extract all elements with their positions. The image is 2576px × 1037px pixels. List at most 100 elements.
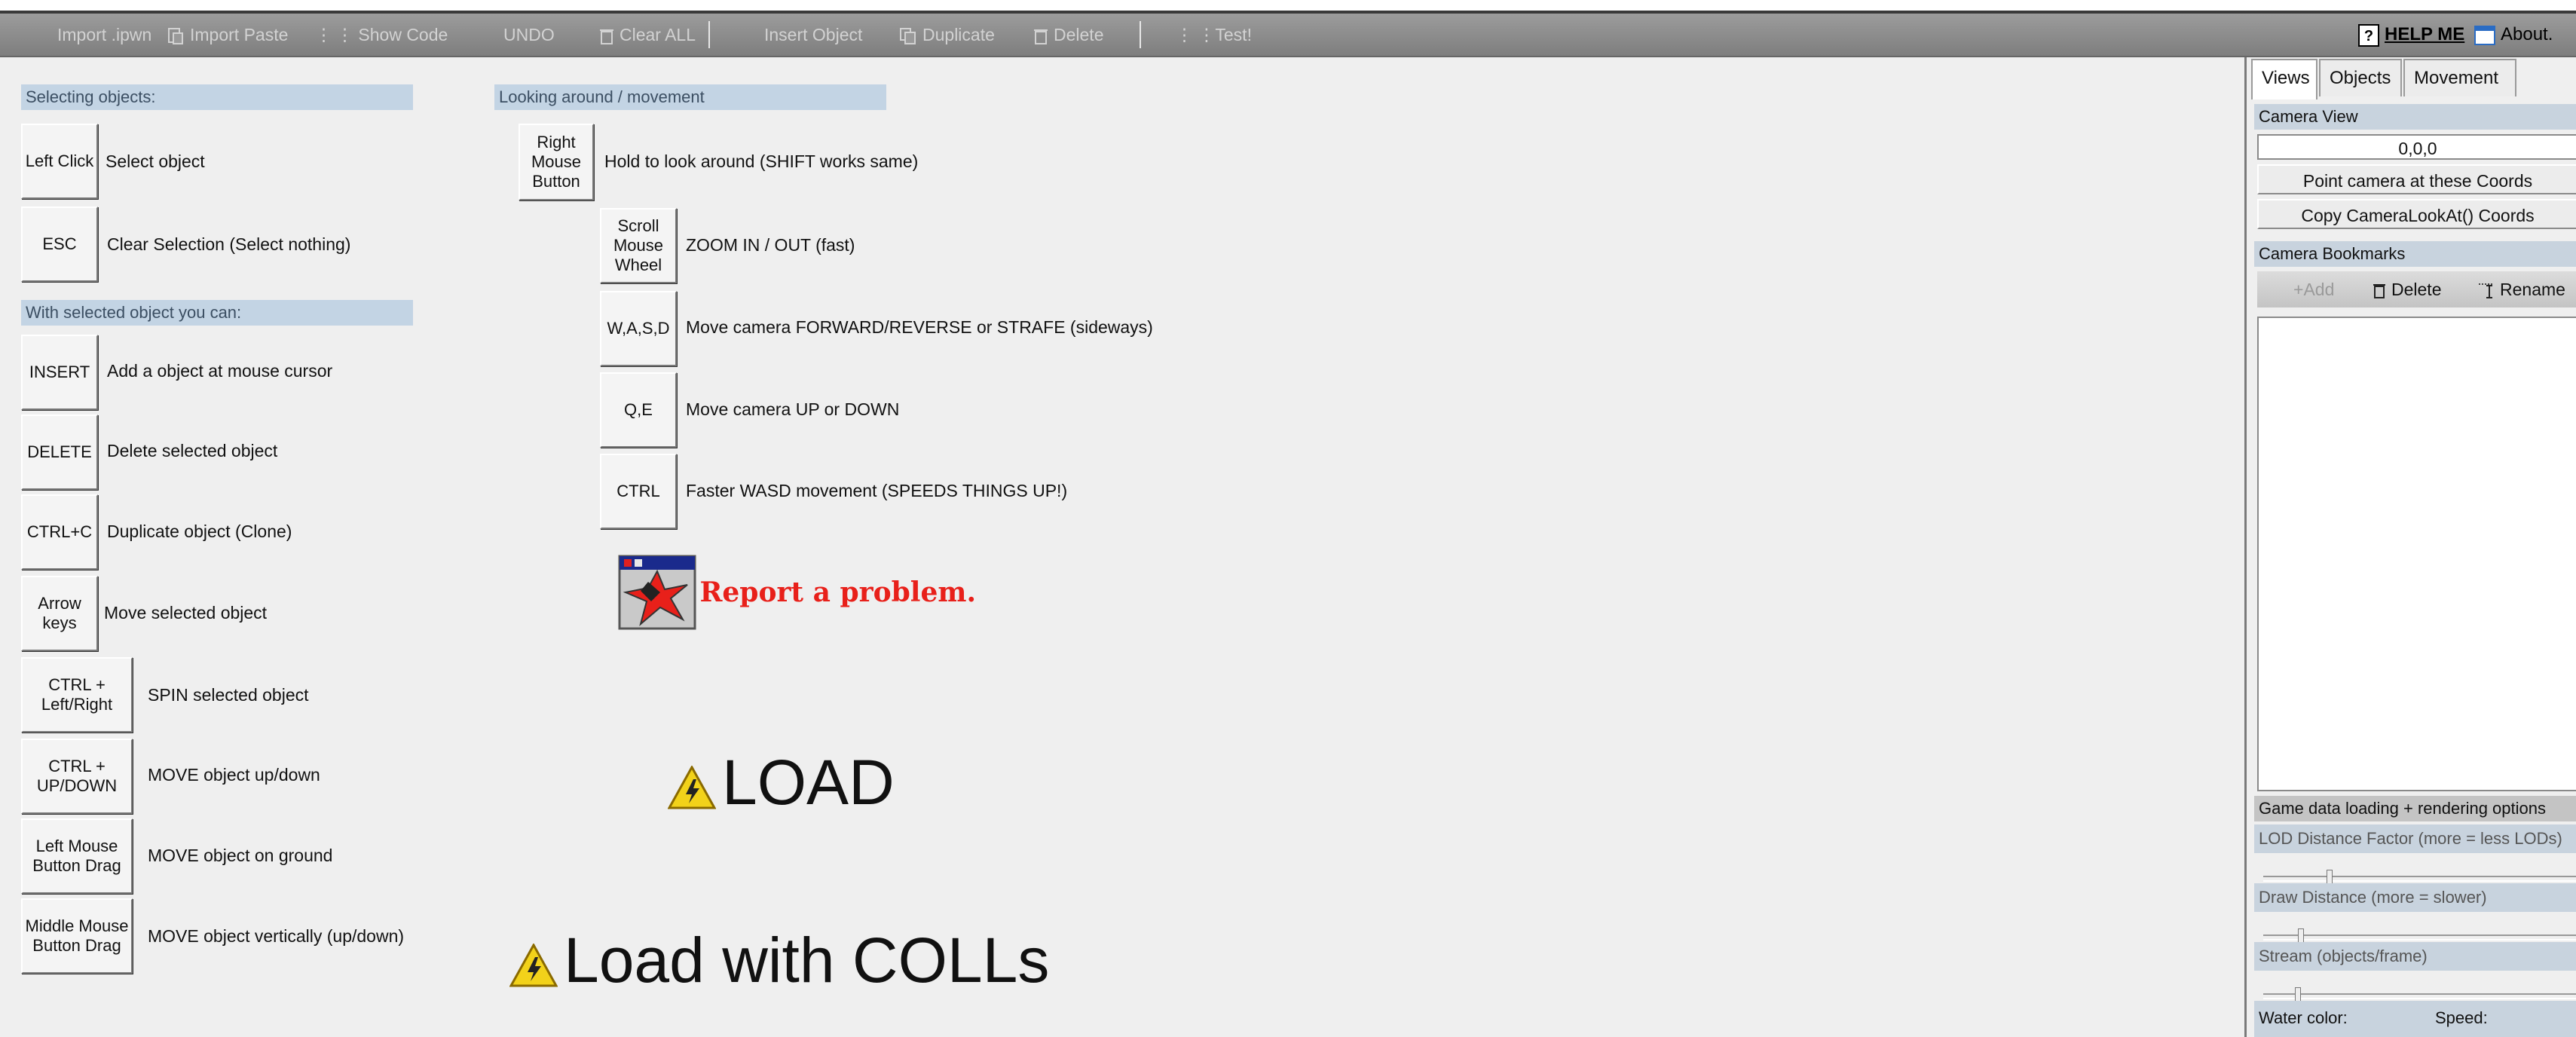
- stream-label: Stream (objects/frame): [2254, 942, 2576, 971]
- grip-icon: ⋮: [315, 25, 332, 44]
- key-ctrl: CTRL: [600, 454, 677, 529]
- desc-move-camera: Move camera FORWARD/REVERSE or STRAFE (s…: [686, 317, 1153, 337]
- draw-distance-slider[interactable]: [2263, 928, 2576, 945]
- window-top-edge: [0, 0, 2576, 14]
- paste-icon: [168, 27, 183, 44]
- key-left-click: Left Click: [21, 124, 98, 199]
- bookmark-add-label: Add: [2303, 280, 2335, 299]
- import-ipwn-button[interactable]: Import .ipwn: [57, 14, 151, 56]
- key-right-mouse-button: Right Mouse Button: [519, 124, 594, 200]
- section-with-selected-object: With selected object you can:: [21, 300, 413, 326]
- undo-button[interactable]: UNDO: [503, 14, 555, 56]
- stream-slider[interactable]: [2263, 987, 2576, 1004]
- key-wasd: W,A,S,D: [600, 291, 677, 366]
- lod-distance-slider[interactable]: [2263, 870, 2576, 886]
- desc-move-vertically: MOVE object vertically (up/down): [148, 926, 405, 946]
- svg-text:?: ?: [2364, 28, 2373, 44]
- show-code-label: Show Code: [358, 25, 448, 44]
- key-middle-mouse-drag: Middle Mouse Button Drag: [21, 898, 133, 974]
- load-label: LOAD: [722, 747, 895, 818]
- speed-label: Speed:: [2435, 1008, 2488, 1027]
- grip-icon: ⋮: [336, 25, 359, 44]
- water-color-label: Water color:: [2259, 1008, 2348, 1027]
- section-looking-around: Looking around / movement: [494, 84, 886, 110]
- report-problem-label: Report a problem.: [699, 577, 976, 608]
- help-me-label: HELP ME: [2385, 24, 2465, 44]
- toolbar: Import .ipwn Import Paste ⋮ ⋮ Show Code …: [0, 14, 2576, 57]
- toolbar-separator: [708, 21, 710, 48]
- rename-cursor-icon: [2479, 283, 2494, 298]
- desc-zoom: ZOOM IN / OUT (fast): [686, 235, 855, 255]
- tab-views[interactable]: Views: [2251, 59, 2317, 99]
- tab-objects[interactable]: Objects: [2319, 59, 2402, 96]
- draw-distance-label: Draw Distance (more = slower): [2254, 883, 2576, 912]
- camera-view-header: Camera View: [2254, 104, 2576, 130]
- desc-faster-movement: Faster WASD movement (SPEEDS THINGS UP!): [686, 481, 1068, 500]
- desc-move-up-down: MOVE object up/down: [148, 765, 320, 785]
- load-button[interactable]: LOAD: [667, 745, 895, 820]
- bookmark-add-button[interactable]: +Add: [2293, 271, 2334, 307]
- copy-lookat-button[interactable]: Copy CameraLookAt() Coords: [2257, 199, 2576, 229]
- section-selecting-objects: Selecting objects:: [21, 84, 413, 110]
- key-left-mouse-drag: Left Mouse Button Drag: [21, 818, 133, 894]
- duplicate-button[interactable]: Duplicate: [898, 14, 995, 56]
- key-delete: DELETE: [21, 414, 98, 490]
- lod-distance-label: LOD Distance Factor (more = less LODs): [2254, 824, 2576, 853]
- bookmarks-toolbar: +Add Delete Rename: [2257, 271, 2576, 307]
- desc-move-selected: Move selected object: [104, 603, 268, 623]
- about-label: About.: [2501, 24, 2553, 44]
- test-button[interactable]: ⋮ ⋮Test!: [1176, 14, 1252, 56]
- show-code-button[interactable]: ⋮ Show Code: [336, 14, 448, 56]
- key-insert: INSERT: [21, 335, 98, 410]
- key-ctrl-up-down: CTRL + UP/DOWN: [21, 739, 133, 814]
- report-problem-link[interactable]: Report a problem.: [618, 555, 976, 630]
- load-with-colls-label: Load with COLLs: [564, 925, 1050, 996]
- desc-duplicate-object: Duplicate object (Clone): [107, 522, 292, 541]
- desc-camera-up-down: Move camera UP or DOWN: [686, 399, 900, 419]
- desc-look-around: Hold to look around (SHIFT works same): [604, 151, 919, 171]
- point-camera-button[interactable]: Point camera at these Coords: [2257, 164, 2576, 194]
- plus-icon: +: [2293, 280, 2304, 299]
- warning-bolt-icon: [667, 764, 717, 809]
- window-icon: [2474, 25, 2495, 45]
- bookmarks-list[interactable]: [2257, 317, 2576, 791]
- warning-bolt-icon: [509, 942, 558, 987]
- key-esc: ESC: [21, 206, 98, 282]
- desc-add-object: Add a object at mouse cursor: [107, 361, 333, 381]
- bookmark-delete-button[interactable]: Delete: [2372, 271, 2441, 307]
- key-ctrl-c: CTRL+C: [21, 494, 98, 570]
- grip-icon: ⋮ ⋮: [1176, 25, 1216, 44]
- delete-button[interactable]: Delete: [1033, 14, 1103, 56]
- help-me-button[interactable]: ? HELP ME: [2357, 20, 2464, 50]
- tab-movement[interactable]: Movement: [2403, 59, 2516, 96]
- about-button[interactable]: About.: [2474, 20, 2553, 50]
- right-panel: Views Objects Movement Camera View 0,0,0…: [2244, 57, 2576, 1037]
- camera-coords-field[interactable]: 0,0,0: [2257, 134, 2576, 160]
- desc-select-object: Select object: [106, 151, 205, 171]
- key-q-e: Q,E: [600, 372, 677, 448]
- water-row: Water color: Speed:: [2254, 1001, 2576, 1037]
- duplicate-icon: [900, 27, 916, 44]
- duplicate-label: Duplicate: [922, 25, 995, 44]
- report-problem-icon: [618, 555, 696, 630]
- trash-icon: [600, 29, 613, 44]
- test-label: Test!: [1215, 25, 1252, 44]
- load-with-colls-button[interactable]: Load with COLLs: [509, 922, 1049, 998]
- bookmark-rename-button[interactable]: Rename: [2476, 271, 2565, 307]
- clear-all-button[interactable]: Clear ALL: [598, 14, 696, 56]
- trash-icon: [2373, 283, 2385, 298]
- bookmark-rename-label: Rename: [2500, 280, 2565, 299]
- desc-spin-object: SPIN selected object: [148, 685, 309, 705]
- clear-all-label: Clear ALL: [620, 25, 696, 44]
- desc-move-on-ground: MOVE object on ground: [148, 846, 333, 865]
- loading-options-header: Game data loading + rendering options: [2254, 796, 2576, 821]
- bookmark-delete-label: Delete: [2391, 280, 2442, 299]
- import-paste-label: Import Paste: [190, 25, 289, 44]
- desc-clear-selection: Clear Selection (Select nothing): [107, 234, 351, 254]
- help-book-icon: ?: [2358, 23, 2379, 47]
- insert-object-button[interactable]: Insert Object: [764, 14, 862, 56]
- camera-bookmarks-header: Camera Bookmarks: [2254, 241, 2576, 267]
- key-scroll-wheel: Scroll Mouse Wheel: [600, 208, 677, 283]
- import-paste-button[interactable]: Import Paste: [166, 14, 288, 56]
- trash-icon: [1034, 29, 1048, 44]
